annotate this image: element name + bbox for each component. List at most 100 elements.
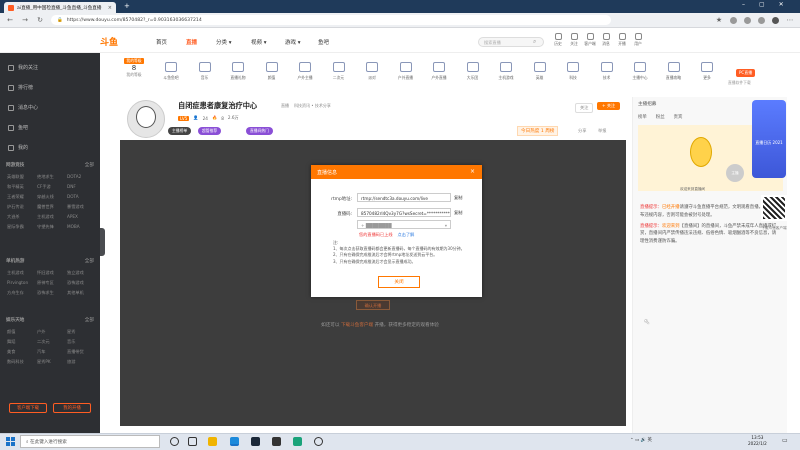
taskbar-search[interactable]: ⌕ 在此键入进行搜索 bbox=[20, 435, 160, 448]
sidebar-item[interactable]: 我的关注 bbox=[8, 64, 38, 71]
sidebar-category-link[interactable]: 数码科技 bbox=[7, 359, 24, 365]
my-level[interactable]: 我的等级 8 我的等级 bbox=[118, 58, 150, 78]
tab-close-icon[interactable]: × bbox=[108, 5, 112, 11]
sidebar-item[interactable]: 排行榜 bbox=[8, 84, 33, 91]
pc-live-sub[interactable]: 直播软件下载 bbox=[728, 80, 751, 86]
copy-rtmp-button[interactable]: 复制 bbox=[454, 195, 462, 201]
sidebar-category-link[interactable]: 颜值 bbox=[7, 329, 15, 335]
sidebar-category-link[interactable]: 星秀 bbox=[67, 329, 75, 335]
system-tray[interactable]: ⌃ ▭ 🔊 英 bbox=[630, 437, 652, 443]
site-logo[interactable]: 斗鱼 bbox=[100, 35, 118, 48]
sidebar-category-link[interactable]: 音乐 bbox=[67, 339, 75, 345]
sidebar-category-link[interactable]: 王者荣耀 bbox=[7, 194, 24, 200]
sidebar-category-link[interactable]: 穿越火线 bbox=[37, 194, 54, 200]
sidebar-category-link[interactable]: 方舟生存 bbox=[7, 290, 24, 296]
category-item[interactable]: 派对 bbox=[357, 62, 387, 81]
start-live-button[interactable]: 我的开播 bbox=[53, 403, 91, 413]
category-item[interactable]: 技术 bbox=[592, 62, 622, 81]
category-item[interactable]: 户外直播 bbox=[424, 62, 454, 81]
cortana-icon[interactable] bbox=[170, 437, 179, 446]
sidebar-category-link[interactable]: 星秀PK bbox=[37, 359, 51, 365]
user-avatar[interactable]: 主播 bbox=[726, 164, 744, 182]
client-download-link[interactable]: 下载斗鱼客户端 bbox=[341, 323, 373, 328]
sidebar-category-link[interactable]: 恐怖游戏 bbox=[67, 280, 84, 286]
sidebar-category-link[interactable]: 主机游戏 bbox=[37, 214, 54, 220]
profile-icon[interactable] bbox=[772, 16, 779, 24]
sidebar-category-link[interactable]: 暴雪游戏 bbox=[67, 204, 84, 210]
task-view-icon[interactable] bbox=[188, 437, 197, 446]
confirm-live-button[interactable]: 确认开播 bbox=[356, 300, 390, 310]
sidebar-category-link[interactable]: 二次元 bbox=[37, 339, 50, 345]
share-link[interactable]: 分享 bbox=[578, 128, 586, 134]
category-item[interactable]: 更多 bbox=[692, 62, 722, 81]
sidebar-category-link[interactable]: 其他单机 bbox=[67, 290, 84, 296]
extension-icon[interactable] bbox=[758, 16, 765, 24]
nav-yuba[interactable]: 鱼吧 bbox=[318, 38, 329, 46]
app-icon[interactable] bbox=[314, 437, 323, 446]
tab-vip[interactable]: 贵宾 bbox=[674, 114, 683, 120]
section-more-link[interactable]: 全部 bbox=[85, 162, 94, 168]
sidebar-category-link[interactable]: 守望先锋 bbox=[37, 224, 54, 230]
category-item[interactable]: 户外直播 bbox=[391, 62, 421, 81]
tab-rank[interactable]: 榜单 bbox=[638, 114, 647, 120]
category-item[interactable]: 二次元 bbox=[324, 62, 354, 81]
header-broadcast-button[interactable]: 开播 bbox=[615, 33, 629, 47]
sidebar-category-link[interactable]: MOBA bbox=[67, 224, 80, 229]
sidebar-category-link[interactable]: 原神专区 bbox=[37, 280, 54, 286]
sidebar-item[interactable]: 我的 bbox=[8, 144, 28, 151]
header-follow-button[interactable]: 关注 bbox=[567, 33, 581, 47]
nav-home[interactable]: 首页 bbox=[156, 38, 167, 46]
category-item[interactable]: 主播中心 bbox=[625, 62, 655, 81]
learn-more-link[interactable]: 点击了解 bbox=[398, 232, 415, 237]
sidebar-category-link[interactable]: 炉石传说 bbox=[7, 204, 24, 210]
category-item[interactable]: 科技 bbox=[558, 62, 588, 81]
today-rank-badge[interactable]: 今日热度 1 周榜 bbox=[517, 126, 559, 136]
section-more-link[interactable]: 全部 bbox=[85, 258, 94, 264]
header-history-button[interactable]: 历史 bbox=[551, 33, 565, 47]
sidebar-category-link[interactable]: 怀旧游戏 bbox=[37, 270, 54, 276]
floating-promo[interactable] bbox=[752, 100, 786, 178]
room-meta-category[interactable]: 科技资讯 • 技术分享 bbox=[294, 103, 331, 109]
follow-button[interactable]: + 关注 bbox=[597, 102, 621, 110]
notification-icon[interactable]: ▭ bbox=[782, 437, 788, 444]
windows-start-icon[interactable] bbox=[6, 437, 15, 446]
reload-icon[interactable]: ↻ bbox=[36, 16, 44, 24]
sidebar-category-link[interactable]: 旅游 bbox=[67, 359, 75, 365]
sidebar-category-link[interactable]: 直播带货 bbox=[67, 349, 84, 355]
new-tab-button[interactable]: + bbox=[124, 2, 130, 10]
sidebar-category-link[interactable]: DOTA bbox=[67, 194, 79, 199]
category-item[interactable]: 音乐 bbox=[190, 62, 220, 81]
clock[interactable]: 13:53 2022/1/2 bbox=[748, 435, 767, 447]
sidebar-item[interactable]: 鱼吧 bbox=[8, 124, 28, 131]
report-link[interactable]: 举报 bbox=[598, 128, 606, 134]
purple-tag[interactable]: 超管推荐 bbox=[198, 127, 222, 135]
edge-icon[interactable] bbox=[230, 437, 239, 446]
sidebar-category-link[interactable]: 舞蹈 bbox=[7, 339, 15, 345]
sidebar-category-link[interactable]: CF手游 bbox=[37, 184, 51, 190]
category-item[interactable]: 户外主播 bbox=[290, 62, 320, 81]
window-controls[interactable]: –▢✕ bbox=[742, 1, 798, 8]
modal-close-button[interactable]: 关闭 bbox=[378, 276, 420, 288]
sidebar-category-link[interactable]: 主机游戏 bbox=[7, 270, 24, 276]
line-select[interactable]: + ████████ ▾ bbox=[357, 220, 451, 229]
follow-count-button[interactable]: 关注 bbox=[575, 103, 594, 113]
header-download-button[interactable]: 客户端 bbox=[583, 33, 597, 47]
search-icon[interactable]: ⌕ bbox=[533, 38, 536, 46]
rank-pill[interactable]: 主播榜单 bbox=[168, 127, 192, 135]
extension-icon[interactable] bbox=[744, 16, 751, 24]
section-more-link[interactable]: 全部 bbox=[85, 317, 94, 323]
header-message-button[interactable]: 消息 bbox=[599, 33, 613, 47]
more-menu-icon[interactable]: ⋯ bbox=[786, 16, 794, 24]
header-user-button[interactable]: 用户 bbox=[631, 33, 645, 47]
purple-tag[interactable]: 直播间热门 bbox=[246, 127, 273, 135]
sidebar-category-link[interactable]: Pirvington bbox=[7, 280, 28, 285]
sidebar-item[interactable]: 消息中心 bbox=[8, 104, 38, 111]
category-item[interactable]: 主机游戏 bbox=[491, 62, 521, 81]
nav-live[interactable]: 直播 bbox=[186, 38, 197, 46]
pc-live-badge[interactable]: PC直播 bbox=[736, 69, 756, 77]
sidebar-category-link[interactable]: DNF bbox=[67, 184, 76, 189]
file-explorer-icon[interactable] bbox=[208, 437, 217, 446]
category-item[interactable]: 英雄 bbox=[525, 62, 555, 81]
category-item[interactable]: 颜值 bbox=[257, 62, 287, 81]
category-item[interactable]: 直播礼物 bbox=[223, 62, 253, 81]
